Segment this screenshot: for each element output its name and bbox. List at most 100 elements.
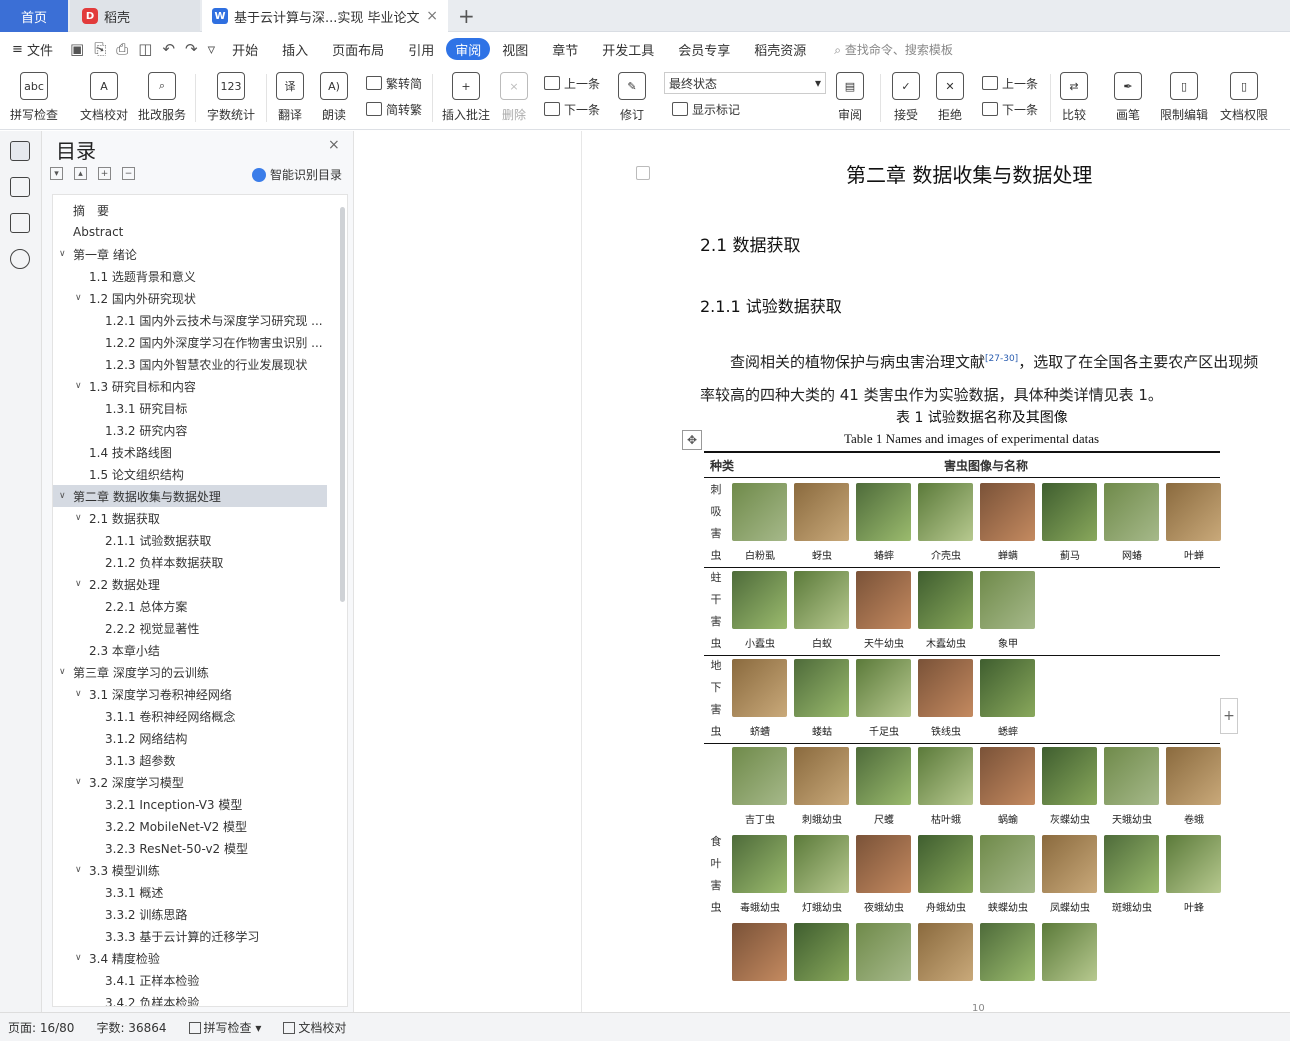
toc-item[interactable]: 1.2.1 国内外云技术与深度学习研究现 ... xyxy=(53,309,327,331)
smart-toc-button[interactable]: 智能识别目录 xyxy=(252,166,342,183)
status-spell-check[interactable]: 拼写检查 ▾ xyxy=(188,1019,261,1036)
command-search[interactable]: ⌕ 查找命令、搜索模板 xyxy=(834,41,953,58)
insert-comment-button[interactable]: + 插入批注 xyxy=(442,68,490,126)
simp-to-trad-button[interactable]: 简转繁 xyxy=(366,98,422,120)
chevron-down-icon[interactable]: ∨ xyxy=(75,953,89,963)
chevron-down-icon[interactable]: ∨ xyxy=(59,491,73,501)
toc-item[interactable]: ∨ 1.2 国内外研究现状 xyxy=(53,287,327,309)
toc-item[interactable]: 摘 要 xyxy=(53,199,327,221)
undo-icon[interactable]: ↶ xyxy=(162,40,175,58)
file-menu[interactable]: ≡ 文件 xyxy=(0,38,65,60)
menu-view[interactable]: 视图 xyxy=(490,38,540,60)
print-icon[interactable]: ⎙ xyxy=(116,40,128,58)
menu-layout[interactable]: 页面布局 xyxy=(320,38,396,60)
toc-item[interactable]: 3.2.3 ResNet-50-v2 模型 xyxy=(53,837,327,859)
word-count[interactable]: 字数: 36864 xyxy=(96,1019,166,1036)
bookmark-icon[interactable] xyxy=(10,213,30,233)
toc-item[interactable]: 2.2.2 视觉显著性 xyxy=(53,617,327,639)
toc-item[interactable]: Abstract xyxy=(53,221,327,243)
preview-icon[interactable]: ◫ xyxy=(138,40,152,58)
navigation-icon[interactable] xyxy=(10,177,30,197)
menu-devtools[interactable]: 开发工具 xyxy=(590,38,666,60)
tab-document[interactable]: W 基于云计算与深...实现 毕业论文 × xyxy=(202,0,448,32)
chevron-down-icon[interactable]: ∨ xyxy=(59,249,73,259)
toc-panel-icon[interactable] xyxy=(10,141,30,161)
chevron-down-icon[interactable]: ∨ xyxy=(75,513,89,523)
menu-reference[interactable]: 引用 xyxy=(396,38,446,60)
chevron-down-icon[interactable]: ∨ xyxy=(75,579,89,589)
toc-item[interactable]: 1.3.1 研究目标 xyxy=(53,397,327,419)
toc-item[interactable]: 3.3.2 训练思路 xyxy=(53,903,327,925)
collapse-all-icon[interactable]: ▾ xyxy=(50,167,63,180)
toc-item[interactable]: ∨ 3.2 深度学习模型 xyxy=(53,771,327,793)
accept-button[interactable]: ✓ 接受 xyxy=(892,68,920,126)
doc-permission-button[interactable]: ▯ 文档权限 xyxy=(1220,68,1268,126)
prev-change-button[interactable]: 上一条 xyxy=(982,72,1038,94)
tab-home[interactable]: 首页 xyxy=(0,0,68,32)
chevron-down-icon[interactable]: ∨ xyxy=(75,689,89,699)
next-comment-button[interactable]: 下一条 xyxy=(544,98,600,120)
search-icon[interactable] xyxy=(10,249,30,269)
toc-item[interactable]: 3.1.3 超参数 xyxy=(53,749,327,771)
doc-proofread-button[interactable]: A 文档校对 xyxy=(80,68,128,126)
toc-item[interactable]: 3.1.1 卷积神经网络概念 xyxy=(53,705,327,727)
spell-check-button[interactable]: abc 拼写检查 xyxy=(10,68,58,126)
export-pdf-icon[interactable]: ⎘ xyxy=(94,40,106,58)
toc-item[interactable]: 1.4 技术路线图 xyxy=(53,441,327,463)
toc-item[interactable]: 3.3.1 概述 xyxy=(53,881,327,903)
toc-item[interactable]: 1.2.2 国内外深度学习在作物害虫识别 ... xyxy=(53,331,327,353)
toc-item[interactable]: 1.1 选题背景和意义 xyxy=(53,265,327,287)
paragraph-menu-icon[interactable] xyxy=(636,166,650,180)
toc-item[interactable]: ∨ 3.1 深度学习卷积神经网络 xyxy=(53,683,327,705)
toc-item[interactable]: ∨ 2.1 数据获取 xyxy=(53,507,327,529)
close-icon[interactable]: × xyxy=(328,137,340,153)
chevron-down-icon[interactable]: ∨ xyxy=(75,293,89,303)
toc-item[interactable]: ∨ 3.4 精度检验 xyxy=(53,947,327,969)
markup-state-select[interactable]: 最终状态 ▾ xyxy=(664,72,826,94)
toc-item[interactable]: 3.4.1 正样本检验 xyxy=(53,969,327,991)
toc-item[interactable]: 2.1.1 试验数据获取 xyxy=(53,529,327,551)
save-icon[interactable]: ▣ xyxy=(70,40,84,58)
review-pane-button[interactable]: ▤ 审阅 xyxy=(836,68,864,126)
toc-item[interactable]: 2.2.1 总体方案 xyxy=(53,595,327,617)
toc-item[interactable]: 2.1.2 负样本数据获取 xyxy=(53,551,327,573)
more-dropdown-icon[interactable]: ▿ xyxy=(208,40,216,58)
menu-start[interactable]: 开始 xyxy=(220,38,270,60)
toc-item[interactable]: 3.2.1 Inception-V3 模型 xyxy=(53,793,327,815)
toc-item[interactable]: ∨ 第一章 绪论 xyxy=(53,243,327,265)
close-tab-icon[interactable]: × xyxy=(426,8,438,24)
chevron-down-icon[interactable]: ∨ xyxy=(75,777,89,787)
delete-comment-button[interactable]: × 删除 xyxy=(500,68,528,126)
word-count-button[interactable]: 123 字数统计 xyxy=(207,68,255,126)
restrict-edit-button[interactable]: ▯ 限制编辑 xyxy=(1160,68,1208,126)
toc-item[interactable]: ∨ 3.3 模型训练 xyxy=(53,859,327,881)
toc-item[interactable]: ∨ 第二章 数据收集与数据处理 xyxy=(53,485,327,507)
toc-item[interactable]: ∨ 2.2 数据处理 xyxy=(53,573,327,595)
translate-button[interactable]: 译翻译 xyxy=(276,68,304,126)
chevron-down-icon[interactable]: ∨ xyxy=(75,381,89,391)
show-markup-button[interactable]: 显示标记 xyxy=(672,98,740,120)
status-doc-proofread[interactable]: 文档校对 xyxy=(283,1019,346,1036)
menu-review[interactable]: 审阅 xyxy=(446,38,491,60)
chevron-down-icon[interactable]: ∨ xyxy=(59,667,73,677)
toc-item[interactable]: 1.2.3 国内外智慧农业的行业发展现状 xyxy=(53,353,327,375)
reject-button[interactable]: ✕ 拒绝 xyxy=(936,68,964,126)
toc-item[interactable]: ∨ 第三章 深度学习的云训练 xyxy=(53,661,327,683)
toc-item[interactable]: 2.3 本章小结 xyxy=(53,639,327,661)
expand-up-icon[interactable]: ▴ xyxy=(74,167,87,180)
toc-item[interactable]: ∨ 1.3 研究目标和内容 xyxy=(53,375,327,397)
new-tab-button[interactable]: + xyxy=(458,4,475,28)
compare-button[interactable]: ⇄ 比较 xyxy=(1060,68,1088,126)
add-heading-icon[interactable]: + xyxy=(98,167,111,180)
redo-icon[interactable]: ↷ xyxy=(185,40,198,58)
toc-item[interactable]: 3.3.3 基于云计算的迁移学习 xyxy=(53,925,327,947)
toc-item[interactable]: 3.1.2 网络结构 xyxy=(53,727,327,749)
menu-member[interactable]: 会员专享 xyxy=(666,38,742,60)
menu-insert[interactable]: 插入 xyxy=(270,38,320,60)
toc-item[interactable]: 1.3.2 研究内容 xyxy=(53,419,327,441)
table-move-handle-icon[interactable]: ✥ xyxy=(682,430,702,450)
ink-button[interactable]: ✒ 画笔 xyxy=(1114,68,1142,126)
prev-comment-button[interactable]: 上一条 xyxy=(544,72,600,94)
next-change-button[interactable]: 下一条 xyxy=(982,98,1038,120)
menu-chapter[interactable]: 章节 xyxy=(540,38,590,60)
